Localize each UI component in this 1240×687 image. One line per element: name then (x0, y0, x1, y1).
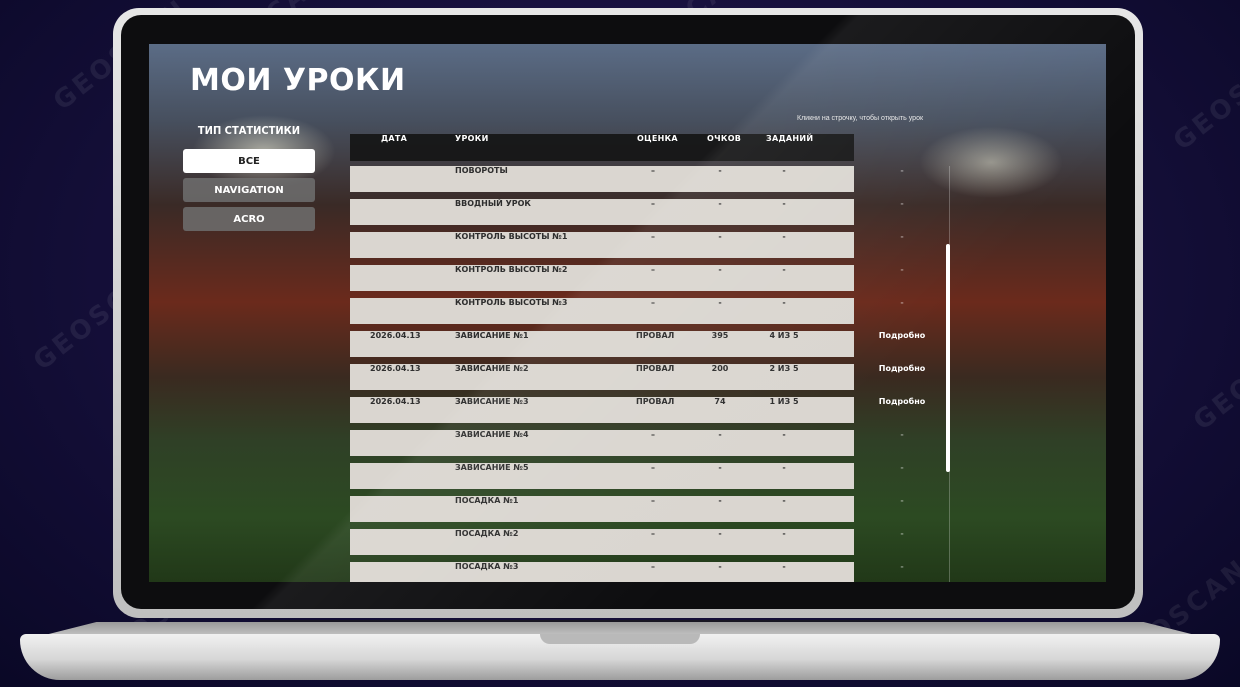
table-row[interactable]: ПОСАДКА №2 – - - (350, 529, 854, 555)
row-lesson: КОНТРОЛЬ ВЫСОТЫ №2 (455, 265, 568, 274)
details-link[interactable]: Подробно (870, 397, 934, 423)
row-tasks: - (782, 562, 786, 571)
row-details: - (900, 199, 904, 208)
filter-acro-button[interactable]: ACRO (183, 207, 315, 231)
row-points: 395 (711, 331, 729, 340)
page-title: МОИ УРОКИ (190, 63, 406, 98)
row-points: - (718, 298, 722, 307)
column-header-date: ДАТА (381, 134, 408, 143)
column-header-points: ОЧКОВ (707, 134, 742, 143)
row-lesson: КОНТРОЛЬ ВЫСОТЫ №1 (455, 232, 568, 241)
table-row[interactable]: 2026.04.13 ЗАВИСАНИЕ №1 ПРОВАЛ 395 4 ИЗ … (350, 331, 854, 357)
row-tasks: - (782, 529, 786, 538)
table-row[interactable]: КОНТРОЛЬ ВЫСОТЫ №1 – - - (350, 232, 854, 258)
row-lesson: ЗАВИСАНИЕ №2 (455, 364, 529, 373)
table-row[interactable]: КОНТРОЛЬ ВЫСОТЫ №3 – - - (350, 298, 854, 324)
column-header-lesson: УРОКИ (455, 134, 489, 143)
row-details: - (900, 463, 904, 472)
row-points: - (718, 430, 722, 439)
column-header-tasks: ЗАДАНИЙ (766, 134, 814, 143)
row-tasks: - (782, 463, 786, 472)
row-tasks: - (782, 166, 786, 175)
row-tasks: - (782, 430, 786, 439)
stat-type-label: ТИП СТАТИСТИКИ (197, 124, 301, 137)
row-grade: – (651, 265, 655, 274)
row-grade: – (651, 562, 655, 571)
row-date: 2026.04.13 (370, 397, 421, 406)
row-tasks: 2 ИЗ 5 (769, 364, 799, 373)
row-points: - (718, 529, 722, 538)
table-row[interactable]: ЗАВИСАНИЕ №5 – - - (350, 463, 854, 489)
table-row[interactable]: ВВОДНЫЙ УРОК – - - (350, 199, 854, 225)
row-grade: – (651, 463, 655, 472)
table-row[interactable]: КОНТРОЛЬ ВЫСОТЫ №2 – - - (350, 265, 854, 291)
table-row[interactable]: 2026.04.13 ЗАВИСАНИЕ №2 ПРОВАЛ 200 2 ИЗ … (350, 364, 854, 390)
table-row[interactable]: ПОСАДКА №3 – - - (350, 562, 854, 582)
row-points: - (718, 232, 722, 241)
row-grade: – (651, 166, 655, 175)
row-points: - (718, 199, 722, 208)
row-date: 2026.04.13 (370, 364, 421, 373)
row-grade: ПРОВАЛ (636, 364, 675, 373)
row-lesson: ПОСАДКА №2 (455, 529, 519, 538)
watermark: GEOSCAN (1167, 33, 1240, 157)
row-lesson: ПОВОРОТЫ (455, 166, 508, 175)
row-points: - (718, 265, 722, 274)
row-details: - (900, 529, 904, 538)
row-lesson: ПОСАДКА №3 (455, 562, 519, 571)
watermark: GEOSCAN (1187, 313, 1240, 437)
row-tasks: - (782, 199, 786, 208)
row-tasks: 4 ИЗ 5 (769, 331, 799, 340)
row-tasks: 1 ИЗ 5 (769, 397, 799, 406)
filter-all-button[interactable]: ВСЕ (183, 149, 315, 173)
row-grade: – (651, 496, 655, 505)
table-row[interactable]: 2026.04.13 ЗАВИСАНИЕ №3 ПРОВАЛ 74 1 ИЗ 5 (350, 397, 854, 423)
row-tasks: - (782, 232, 786, 241)
row-grade: – (651, 298, 655, 307)
row-details: - (900, 232, 904, 241)
table-row[interactable]: ЗАВИСАНИЕ №4 – - - (350, 430, 854, 456)
details-link[interactable]: Подробно (870, 331, 934, 357)
row-details: - (900, 298, 904, 307)
laptop-notch (540, 634, 700, 644)
row-tasks: - (782, 298, 786, 307)
details-link[interactable]: Подробно (870, 364, 934, 390)
row-lesson: КОНТРОЛЬ ВЫСОТЫ №3 (455, 298, 568, 307)
row-lesson: ВВОДНЫЙ УРОК (455, 199, 531, 208)
row-details: - (900, 265, 904, 274)
row-date: 2026.04.13 (370, 331, 421, 340)
row-details: - (900, 496, 904, 505)
row-lesson: ЗАВИСАНИЕ №4 (455, 430, 529, 439)
filter-navigation-button[interactable]: NAVIGATION (183, 178, 315, 202)
row-lesson: ПОСАДКА №1 (455, 496, 519, 505)
row-grade: ПРОВАЛ (636, 331, 675, 340)
row-details: - (900, 430, 904, 439)
table-row[interactable]: ПОВОРОТЫ – - - (350, 166, 854, 192)
row-grade: – (651, 232, 655, 241)
column-header-grade: ОЦЕНКА (637, 134, 678, 143)
scrollbar-thumb[interactable] (946, 244, 950, 472)
row-points: - (718, 463, 722, 472)
row-lesson: ЗАВИСАНИЕ №3 (455, 397, 529, 406)
row-points: 200 (711, 364, 729, 373)
row-tasks: - (782, 496, 786, 505)
row-points: - (718, 496, 722, 505)
row-tasks: - (782, 265, 786, 274)
row-points: - (718, 166, 722, 175)
row-grade: – (651, 430, 655, 439)
row-points: - (718, 562, 722, 571)
row-lesson: ЗАВИСАНИЕ №5 (455, 463, 529, 472)
row-points: 74 (714, 397, 726, 406)
row-grade: – (651, 199, 655, 208)
open-lesson-hint: Кликни на строчку, чтобы открыть урок (797, 115, 924, 122)
row-lesson: ЗАВИСАНИЕ №1 (455, 331, 529, 340)
table-header: ДАТА УРОКИ ОЦЕНКА ОЧКОВ ЗАДАНИЙ (350, 134, 854, 161)
row-grade: – (651, 529, 655, 538)
row-details: - (900, 166, 904, 175)
table-row[interactable]: ПОСАДКА №1 – - - (350, 496, 854, 522)
row-grade: ПРОВАЛ (636, 397, 675, 406)
row-details: - (900, 562, 904, 571)
